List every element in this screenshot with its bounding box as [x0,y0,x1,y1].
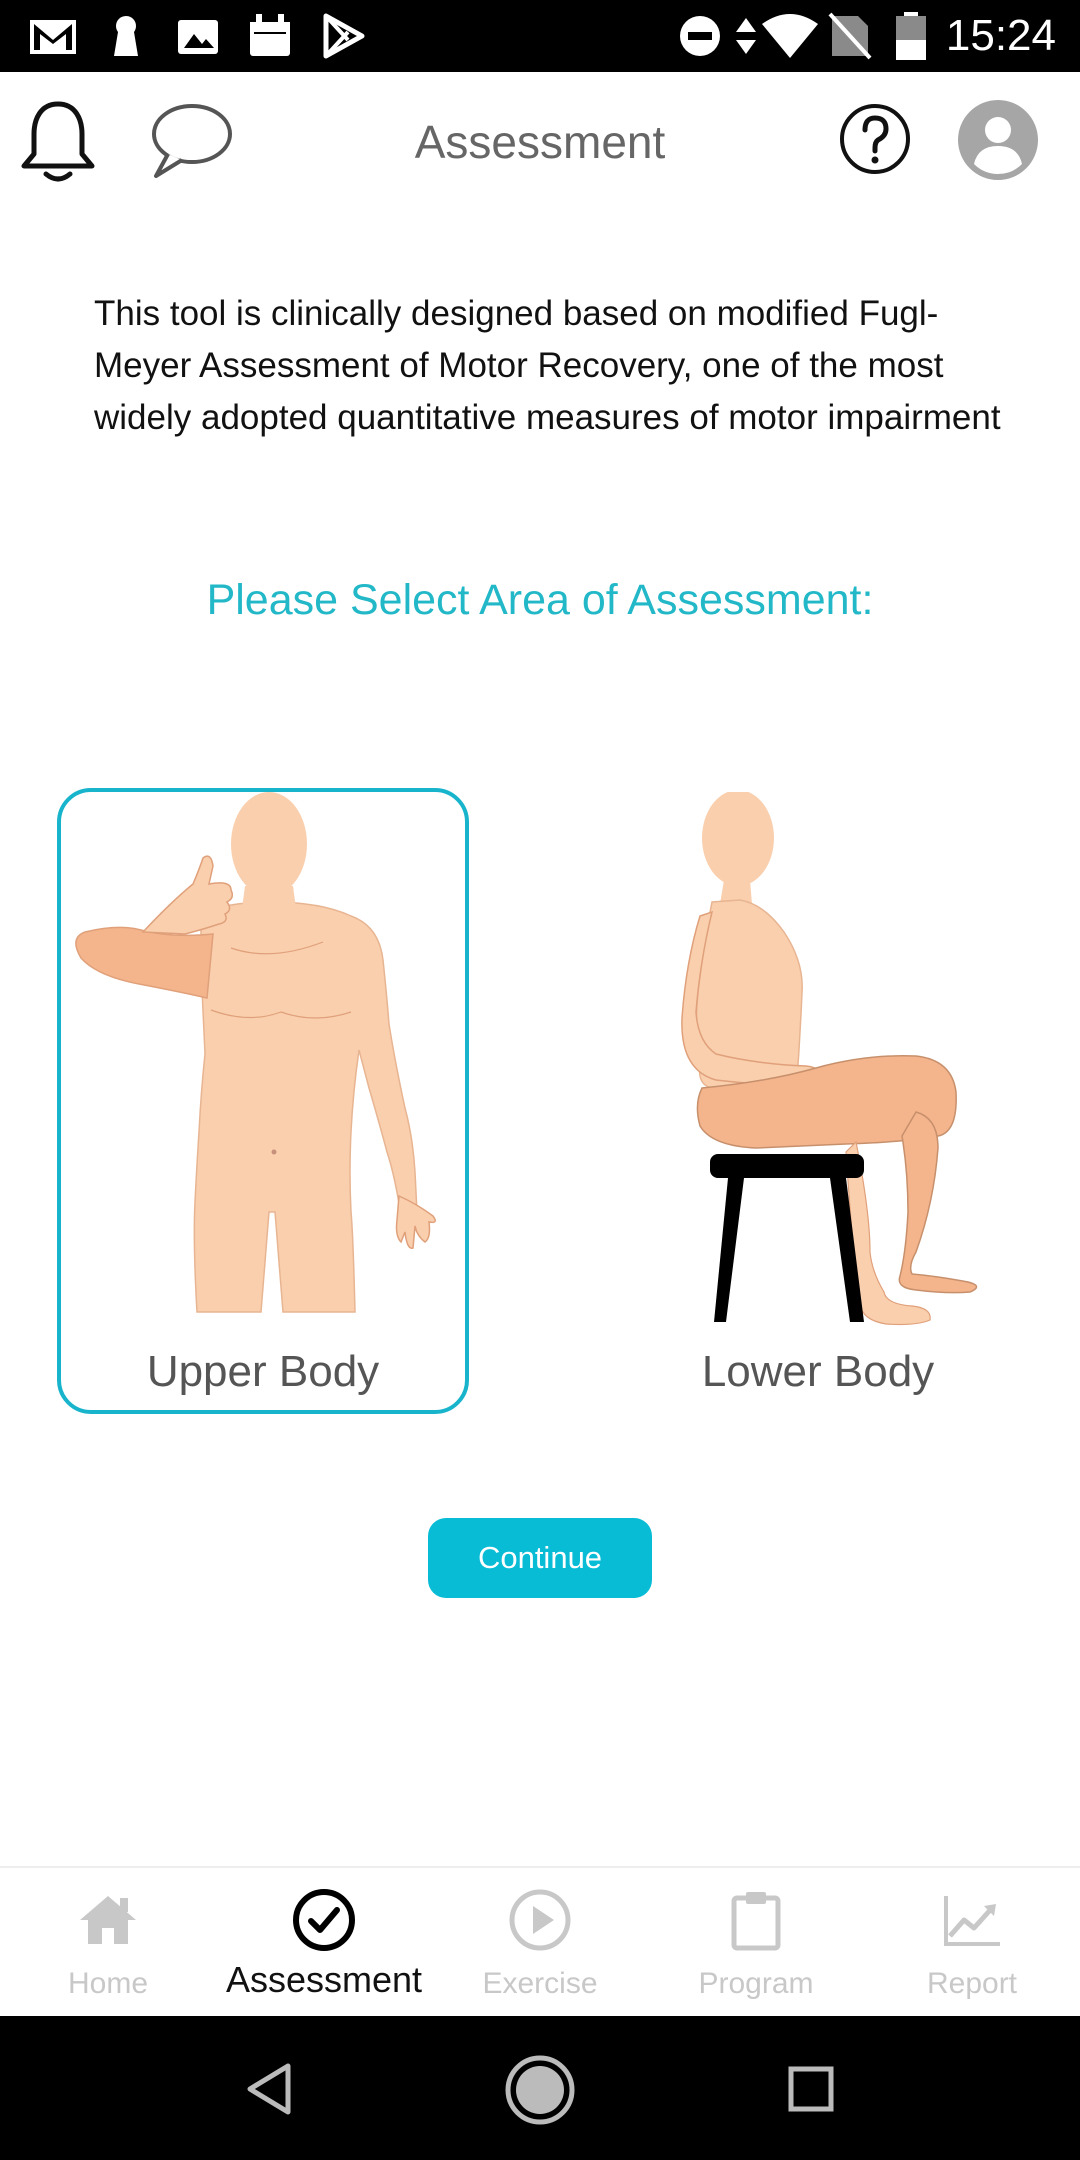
do-not-disturb-icon [680,16,720,56]
play-store-icon [323,13,365,59]
system-nav-bar [0,2016,1080,2160]
check-circle-icon [293,1889,355,1951]
back-icon[interactable] [244,2062,294,2116]
keyhole-icon [114,16,138,56]
trend-chart-icon [944,1896,1000,1946]
nav-home-label: Home [67,1967,149,2000]
recents-icon[interactable] [786,2064,836,2114]
battery-icon [896,12,926,60]
nav-program-label: Program [698,1967,814,2000]
assessment-area-prompt: Please Select Area of Assessment: [206,576,874,624]
bottom-nav: Home Assessment Exercise Program Report [0,1866,1080,2016]
nav-report-label: Report [926,1967,1018,2000]
image-icon [178,20,218,54]
help-icon[interactable] [838,102,912,176]
lower-body-figure [681,792,978,1326]
upper-body-option[interactable]: Upper Body [57,788,469,1414]
home-circle-icon[interactable] [504,2054,576,2126]
nav-assessment[interactable]: Assessment [216,1868,432,2018]
clipboard-icon [731,1892,781,1951]
nav-exercise[interactable]: Exercise [432,1868,648,2018]
nav-assessment-label: Assessment [225,1959,423,2000]
nav-exercise-label: Exercise [482,1967,598,2000]
status-time: 15:24 [945,11,1056,60]
continue-button[interactable]: Continue [428,1518,652,1598]
no-sim-icon [828,12,872,60]
nav-program[interactable]: Program [648,1868,864,2018]
upper-body-label: Upper Body [146,1347,380,1396]
data-arrows-icon [736,18,756,54]
calendar-icon [250,14,290,56]
status-bar: 15:24 [0,0,1080,72]
play-circle-icon [509,1889,571,1951]
nav-report[interactable]: Report [864,1868,1080,2018]
upper-body-figure [75,792,436,1313]
app-header: Assessment [0,72,1080,212]
gmail-icon [30,20,76,54]
nav-home[interactable]: Home [0,1868,216,2018]
wifi-icon [762,14,818,58]
page-title: Assessment [414,116,666,168]
lower-body-label: Lower Body [701,1347,935,1396]
intro-text: This tool is clinically designed based o… [94,294,1001,437]
home-icon [80,1896,136,1944]
lower-body-option[interactable]: Lower Body [612,788,1024,1414]
profile-icon[interactable] [958,100,1038,180]
